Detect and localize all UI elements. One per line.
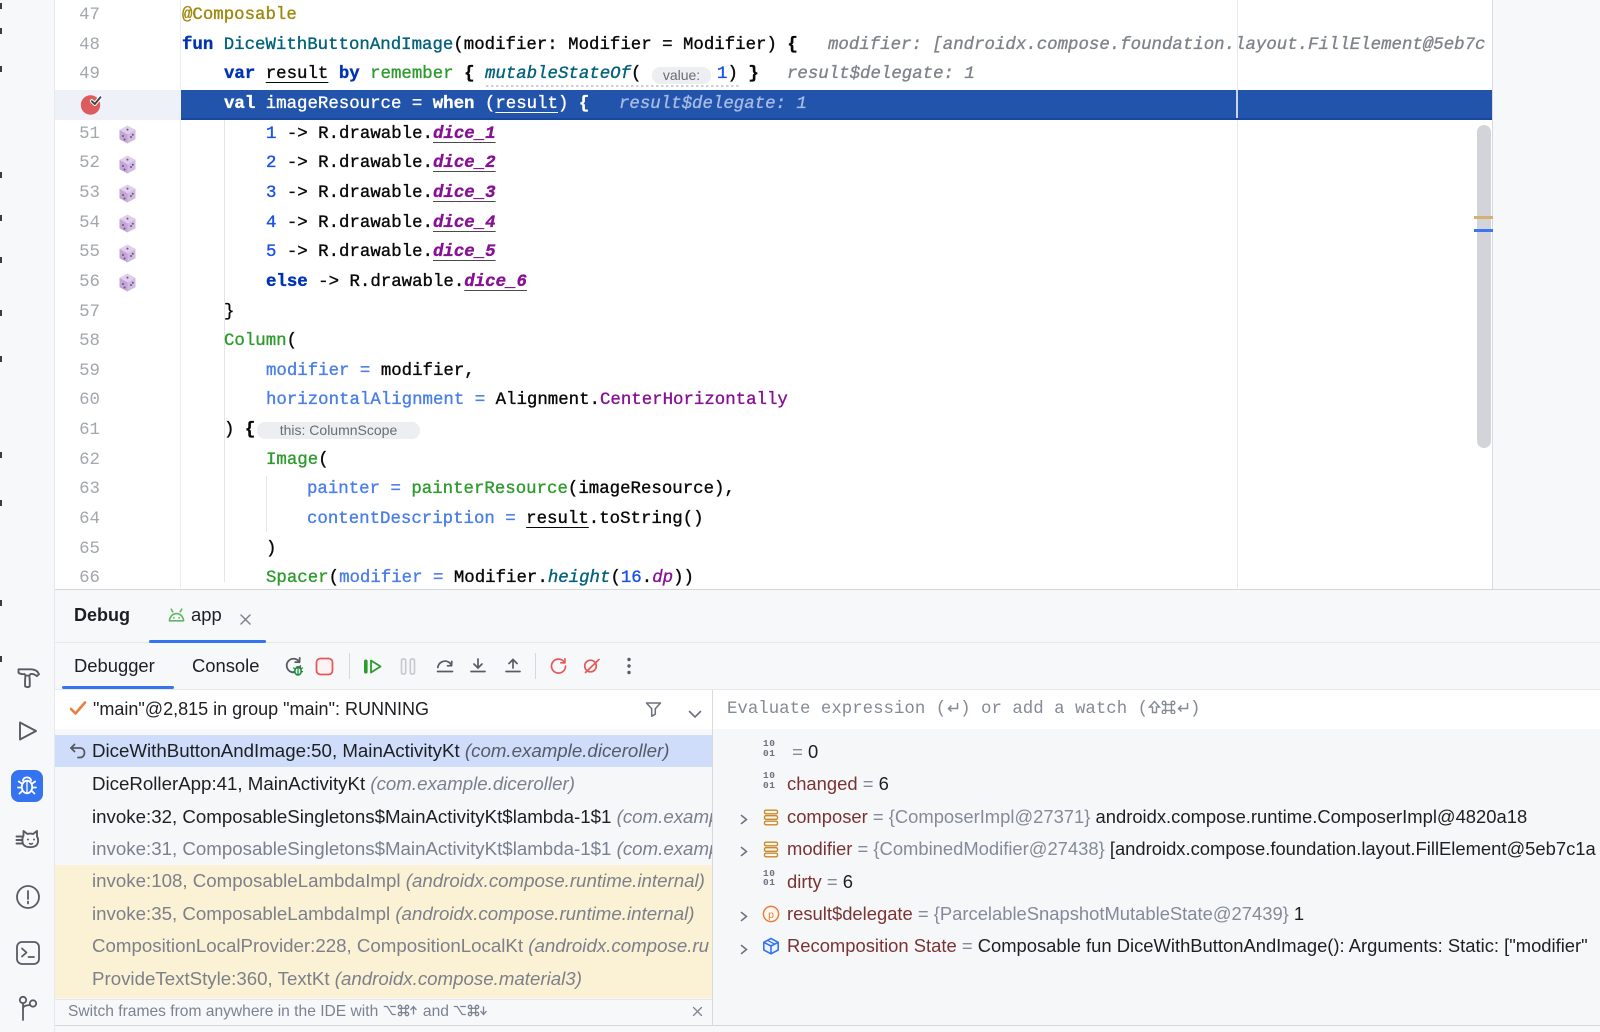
svg-text:p: p: [768, 909, 774, 921]
